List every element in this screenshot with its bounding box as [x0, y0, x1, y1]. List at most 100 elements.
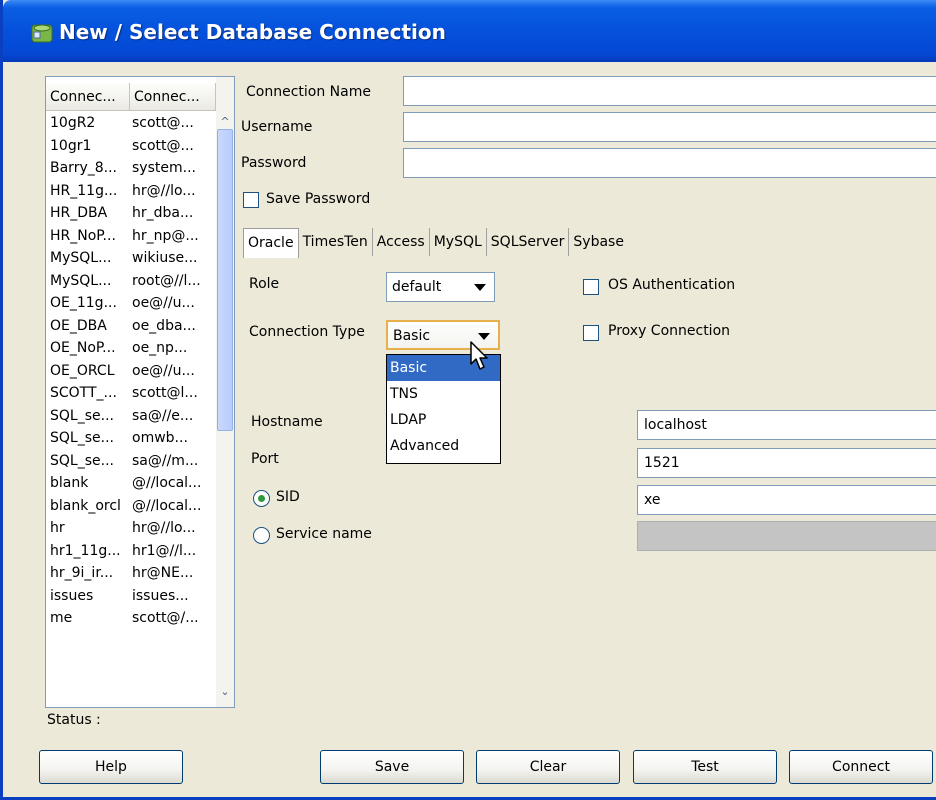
connection-list-header: Connec... Connec... — [46, 83, 216, 111]
connection-name-cell: MySQL... — [50, 250, 112, 266]
tab-timesten[interactable]: TimesTen — [299, 228, 373, 256]
service-name-radio[interactable] — [253, 527, 270, 544]
scroll-down-arrow-icon[interactable]: ⌄ — [216, 683, 234, 701]
connection-details-cell: oe_np... — [132, 340, 188, 356]
option-tns[interactable]: TNS — [387, 381, 500, 407]
connection-details-cell: root@//l... — [132, 272, 201, 289]
tab-sybase[interactable]: Sybase — [569, 228, 628, 256]
connection-row[interactable]: OE_NoP... oe_np... — [46, 337, 216, 360]
connection-name-cell: SQL_se... — [50, 430, 114, 446]
connection-list-scrollbar[interactable]: ^ ⌄ — [216, 77, 234, 707]
tab-mysql[interactable]: MySQL — [430, 228, 487, 256]
connection-name-cell: hr1_11g... — [50, 542, 121, 559]
connection-details-cell: oe@//u... — [132, 295, 195, 311]
connection-name-cell: OE_ORCL — [50, 362, 115, 379]
proxy-connection-label: Proxy Connection — [608, 323, 731, 339]
radio-selected-dot — [258, 495, 265, 502]
connection-details-cell: oe@//u... — [132, 362, 195, 379]
connection-row[interactable]: MySQL... root@//l... — [46, 270, 216, 293]
option-advanced[interactable]: Advanced — [387, 433, 500, 459]
connection-row[interactable]: SQL_se... sa@//m... — [46, 450, 216, 473]
save-button[interactable]: Save — [320, 750, 464, 784]
port-field[interactable]: 1521 — [637, 448, 936, 478]
connection-name-cell: OE_DBA — [50, 317, 107, 334]
column-header-connection-details[interactable]: Connec... — [130, 83, 216, 111]
connection-row[interactable]: SQL_se... omwb... — [46, 427, 216, 450]
connection-type-label: Connection Type — [249, 324, 365, 340]
connection-row[interactable]: blank @//local... — [46, 472, 216, 495]
username-field[interactable] — [403, 112, 936, 142]
dialog-title: New / Select Database Connection — [59, 20, 446, 44]
scrollbar-thumb[interactable] — [217, 129, 233, 431]
connection-row[interactable]: OE_DBA oe_dba... — [46, 315, 216, 338]
service-name-field[interactable] — [637, 521, 936, 551]
status-label: Status : — [47, 712, 101, 728]
connection-details-cell: @//local... — [132, 475, 202, 491]
test-button[interactable]: Test — [633, 750, 777, 784]
connect-button[interactable]: Connect — [789, 750, 933, 784]
hostname-field[interactable]: localhost — [637, 410, 936, 440]
connection-name-cell: me — [50, 610, 73, 626]
connection-row[interactable]: hr hr@//lo... — [46, 517, 216, 540]
connection-details-cell: hr@//lo... — [132, 182, 196, 199]
connection-list[interactable]: Connec... Connec... 10gR2 scott@... 10gr1 s… — [45, 76, 235, 708]
connection-name-cell: issues — [50, 587, 94, 604]
connection-rows: 10gR2 scott@... 10gr1 scott@... Barry_8... sy… — [46, 112, 216, 630]
column-header-connection-name[interactable]: Connec... — [46, 83, 130, 111]
connection-row[interactable]: OE_11g... oe@//u... — [46, 292, 216, 315]
connection-row[interactable]: hr1_11g... hr1@//l... — [46, 540, 216, 563]
connection-row[interactable]: OE_ORCL oe@//u... — [46, 360, 216, 383]
os-authentication-checkbox[interactable] — [583, 279, 599, 295]
connection-row[interactable]: HR_NoP... hr_np@... — [46, 225, 216, 248]
connection-row[interactable]: me scott@/... — [46, 607, 216, 630]
title-bar[interactable]: New / Select Database Connection — [3, 0, 936, 62]
connection-name-cell: 10gr1 — [50, 137, 92, 154]
role-select[interactable]: default — [386, 272, 495, 302]
connection-row[interactable]: HR_11g... hr@//lo... — [46, 180, 216, 203]
connection-details-cell: sa@//e... — [132, 407, 194, 424]
save-password-checkbox[interactable] — [243, 192, 259, 208]
connection-row[interactable]: issues issues... — [46, 585, 216, 608]
connection-details-cell: hr@NE... — [132, 565, 194, 581]
mouse-pointer-icon — [470, 341, 488, 370]
connection-row[interactable]: hr_9i_ir... hr@NE... — [46, 562, 216, 585]
proxy-connection-checkbox[interactable] — [583, 325, 599, 341]
sid-field[interactable]: xe — [637, 485, 936, 515]
connection-name-cell: HR_DBA — [50, 205, 108, 221]
password-field[interactable] — [403, 148, 936, 178]
connection-row[interactable]: 10gR2 scott@... — [46, 112, 216, 135]
sid-radio[interactable] — [253, 490, 270, 507]
connection-name-cell: blank_orcl — [50, 497, 121, 514]
connection-name-cell: SQL_se... — [50, 452, 114, 469]
tab-oracle[interactable]: Oracle — [243, 228, 299, 258]
chevron-down-icon — [478, 333, 490, 340]
tab-access[interactable]: Access — [373, 228, 430, 256]
connection-row[interactable]: SQL_se... sa@//e... — [46, 405, 216, 428]
connection-row[interactable]: blank_orcl @//local... — [46, 495, 216, 518]
connection-row[interactable]: MySQL... wikiuse... — [46, 247, 216, 270]
connection-name-cell: HR_11g... — [50, 182, 118, 199]
connection-details-cell: scott@/... — [132, 610, 199, 626]
option-ldap[interactable]: LDAP — [387, 407, 500, 433]
connection-name-cell: HR_NoP... — [50, 227, 116, 244]
connection-details-cell: wikiuse... — [132, 250, 198, 266]
connection-details-cell: @//local... — [132, 497, 202, 514]
connection-name-field[interactable] — [403, 76, 936, 106]
tab-sqlserver[interactable]: SQLServer — [487, 228, 570, 256]
connection-row[interactable]: SCOTT_... scott@l... — [46, 382, 216, 405]
connection-row[interactable]: Barry_8... system... — [46, 157, 216, 180]
connection-name-cell: hr_9i_ir... — [50, 565, 114, 581]
connection-row[interactable]: HR_DBA hr_dba... — [46, 202, 216, 225]
connection-details-cell: issues... — [132, 587, 189, 604]
connection-name-cell: OE_11g... — [50, 295, 117, 311]
clear-button[interactable]: Clear — [476, 750, 620, 784]
help-button[interactable]: Help — [39, 750, 183, 784]
hostname-label: Hostname — [251, 414, 323, 430]
connection-type-select-value: Basic — [393, 328, 431, 344]
connection-name-label: Connection Name — [246, 84, 371, 100]
connection-name-cell: blank — [50, 475, 89, 491]
connection-name-cell: OE_NoP... — [50, 340, 116, 356]
connection-row[interactable]: 10gr1 scott@... — [46, 135, 216, 158]
database-type-tabs: Oracle TimesTen Access MySQL SQLServer S… — [243, 228, 628, 258]
connection-dialog: New / Select Database Connection Connec.… — [0, 0, 936, 800]
